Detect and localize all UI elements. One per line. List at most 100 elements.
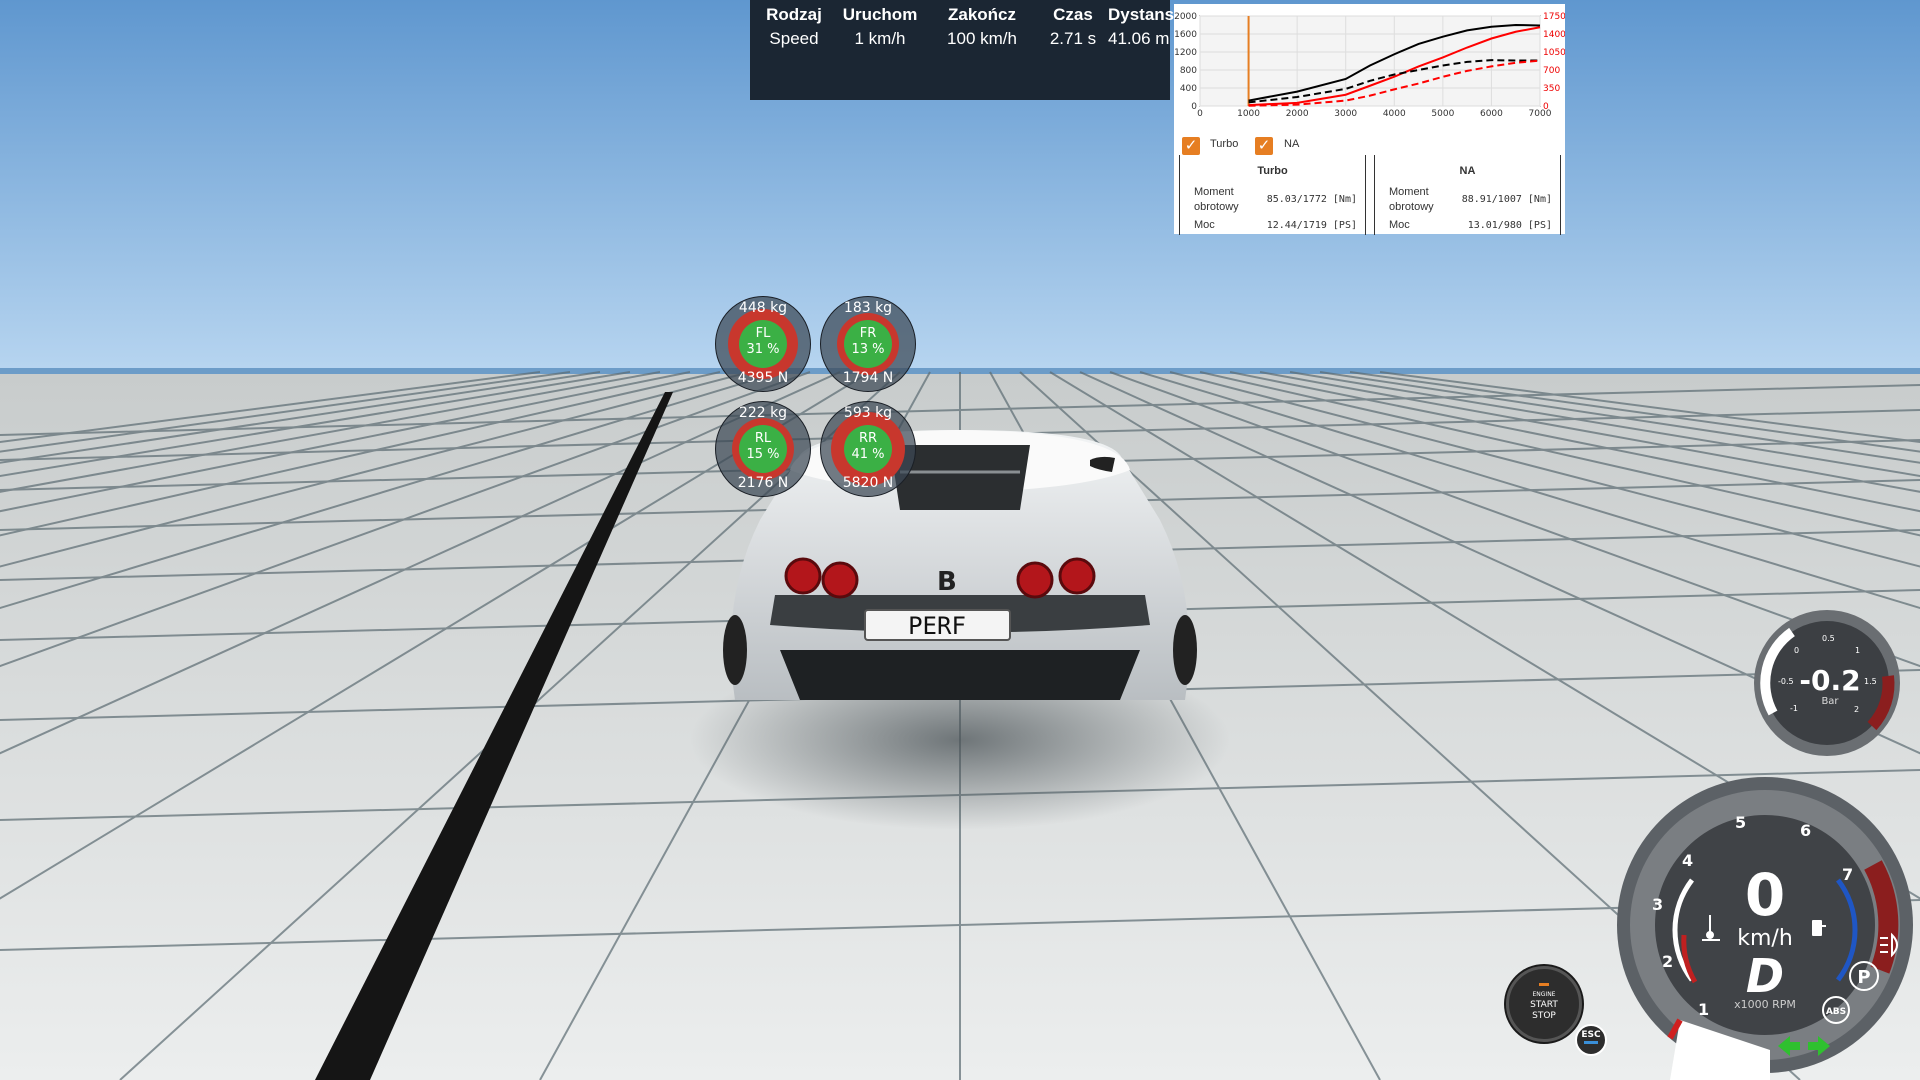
tire-position: RL bbox=[754, 431, 772, 446]
svg-text:B: B bbox=[937, 567, 957, 597]
tire-force: 1794 N bbox=[842, 370, 894, 386]
value-time: 2.71 s bbox=[1049, 29, 1097, 48]
chart-y-left-tick: 1600 bbox=[1174, 30, 1197, 40]
tire-force: 5820 N bbox=[842, 475, 894, 491]
boost-tick: 1 bbox=[1855, 646, 1860, 655]
engine-button-start-label: START bbox=[1530, 1000, 1558, 1010]
parking-brake-label: P bbox=[1857, 967, 1870, 988]
esc-icon: ESC bbox=[1575, 1024, 1607, 1056]
torque-power-panel: 0 1000 2000 3000 4000 5000 6000 7000 0 400 800 1200… bbox=[1174, 4, 1565, 235]
tire-position: FL bbox=[755, 326, 771, 341]
tire-load-rear-right: 593 kg RR 41 % 5820 N bbox=[820, 401, 916, 497]
na-stats-table: NA Moment obrotowy 88.91/1007 [Nm] Moc 1… bbox=[1374, 155, 1561, 235]
rpm-tick: 6 bbox=[1800, 821, 1811, 840]
tire-percent: 15 % bbox=[746, 447, 780, 462]
chart-y-left-tick: 1200 bbox=[1174, 48, 1197, 58]
na-torque-value: 88.91/1007 [Nm] bbox=[1461, 194, 1552, 205]
tire-force: 4395 N bbox=[737, 370, 789, 386]
na-power-label: Moc bbox=[1389, 219, 1410, 231]
tire-percent: 31 % bbox=[746, 342, 780, 357]
boost-tick: 2 bbox=[1854, 705, 1859, 714]
rpm-tick: 4 bbox=[1682, 851, 1693, 870]
turbo-table-title: Turbo bbox=[1257, 165, 1288, 177]
turbo-torque-label: Moment obrotowy bbox=[1194, 186, 1239, 213]
turbo-power-label: Moc bbox=[1194, 219, 1215, 231]
chart-x-tick: 3000 bbox=[1334, 109, 1357, 119]
boost-tick: -0.5 bbox=[1778, 677, 1794, 686]
tire-load-front-left: 448 kg FL 31 % 4395 N bbox=[715, 296, 811, 392]
value-type: Speed bbox=[769, 29, 819, 48]
tire-mass: 448 kg bbox=[738, 300, 788, 316]
speed-rpm-gauge: 1 2 3 4 5 6 7 0 km/h D x1000 RPM P ABS bbox=[1610, 770, 1920, 1080]
value-distance: 41.06 m bbox=[1108, 29, 1170, 48]
boost-tick: -1 bbox=[1790, 704, 1798, 713]
esc-label: ESC bbox=[1581, 1030, 1601, 1040]
rpm-tick: 2 bbox=[1662, 952, 1673, 971]
license-plate: PERF bbox=[908, 612, 966, 640]
rpm-tick: 1 bbox=[1698, 1000, 1709, 1019]
chart-y-right-tick: 1750 bbox=[1543, 12, 1565, 22]
na-power-value: 13.01/980 [PS] bbox=[1467, 220, 1552, 231]
header-type: Rodzaj bbox=[766, 5, 822, 24]
gear-indicator: D bbox=[1746, 949, 1784, 1003]
chart-y-left-tick: 800 bbox=[1180, 66, 1197, 76]
engine-start-stop-button[interactable]: ENGINE START STOP bbox=[1506, 966, 1582, 1042]
tire-position: RR bbox=[858, 431, 878, 446]
boost-tick: 0 bbox=[1794, 646, 1799, 655]
tire-percent: 41 % bbox=[851, 447, 885, 462]
chart-x-tick: 2000 bbox=[1286, 109, 1309, 119]
rpm-tick: 5 bbox=[1735, 813, 1746, 832]
header-start: Uruchom bbox=[842, 5, 918, 24]
chart-x-tick: 4000 bbox=[1383, 109, 1406, 119]
header-distance: Dystans bbox=[1108, 5, 1175, 24]
speed-unit: km/h bbox=[1737, 926, 1793, 951]
chart-x-tick: 1000 bbox=[1237, 109, 1260, 119]
chart-x-tick: 5000 bbox=[1431, 109, 1454, 119]
chart-y-left-tick: 400 bbox=[1180, 84, 1197, 94]
engine-status-indicator bbox=[1539, 983, 1549, 986]
chart-y-right-tick: 1050 bbox=[1543, 48, 1565, 58]
header-time: Czas bbox=[1053, 5, 1093, 24]
tire-position: FR bbox=[859, 326, 877, 341]
abs-label: ABS bbox=[1826, 1007, 1846, 1017]
chart-y-left-tick: 2000 bbox=[1174, 12, 1197, 22]
tire-mass: 593 kg bbox=[843, 405, 893, 421]
engine-button-stop-label: STOP bbox=[1532, 1011, 1556, 1021]
chart-y-right-tick: 0 bbox=[1543, 102, 1549, 112]
rpm-tick: 3 bbox=[1652, 895, 1663, 914]
turbo-checkbox-label: Turbo bbox=[1210, 138, 1239, 150]
chart-y-right-tick: 700 bbox=[1543, 66, 1560, 76]
rpm-tick: 7 bbox=[1842, 865, 1853, 884]
tire-percent: 13 % bbox=[851, 342, 885, 357]
turbo-power-value: 12.44/1719 [PS] bbox=[1266, 220, 1357, 231]
chart-y-left-tick: 0 bbox=[1191, 102, 1197, 112]
chart-y-right-tick: 350 bbox=[1543, 84, 1560, 94]
boost-value: -0.2 bbox=[1799, 664, 1860, 697]
turbo-stats-table: Turbo Moment obrotowy 85.03/1772 [Nm] Mo… bbox=[1179, 155, 1366, 235]
boost-gauge: -1 -0.5 0 0.5 1 1.5 2 -0.2 Bar bbox=[1752, 608, 1902, 758]
chart-x-tick: 6000 bbox=[1480, 109, 1503, 119]
tire-load-rear-left: 222 kg RL 15 % 2176 N bbox=[715, 401, 811, 497]
chart-x-tick: 0 bbox=[1197, 109, 1203, 119]
engine-button-label: ENGINE bbox=[1532, 991, 1556, 998]
na-checkbox[interactable]: ✓ bbox=[1255, 137, 1273, 155]
na-torque-label: Moment obrotowy bbox=[1389, 186, 1434, 213]
header-end: Zakończ bbox=[947, 5, 1017, 24]
tire-mass: 222 kg bbox=[738, 405, 788, 421]
tire-mass: 183 kg bbox=[843, 300, 893, 316]
turbo-checkbox[interactable]: ✓ bbox=[1182, 137, 1200, 155]
turbo-torque-value: 85.03/1772 [Nm] bbox=[1266, 194, 1357, 205]
na-table-title: NA bbox=[1459, 165, 1476, 177]
tire-force: 2176 N bbox=[737, 475, 789, 491]
rpm-label: x1000 RPM bbox=[1734, 998, 1796, 1011]
na-checkbox-label: NA bbox=[1284, 138, 1300, 150]
timing-panel: Rodzaj Uruchom Zakończ Czas Dystans Spee… bbox=[750, 0, 1175, 100]
torque-power-chart: 0 1000 2000 3000 4000 5000 6000 700004008001200… bbox=[1174, 12, 1565, 119]
boost-tick: 0.5 bbox=[1822, 634, 1835, 643]
value-start: 1 km/h bbox=[854, 29, 906, 48]
tire-load-front-right: 183 kg FR 13 % 1794 N bbox=[820, 296, 916, 392]
value-end: 100 km/h bbox=[947, 29, 1017, 48]
boost-unit: Bar bbox=[1821, 696, 1839, 707]
boost-tick: 1.5 bbox=[1864, 677, 1877, 686]
chart-y-right-tick: 1400 bbox=[1543, 30, 1565, 40]
